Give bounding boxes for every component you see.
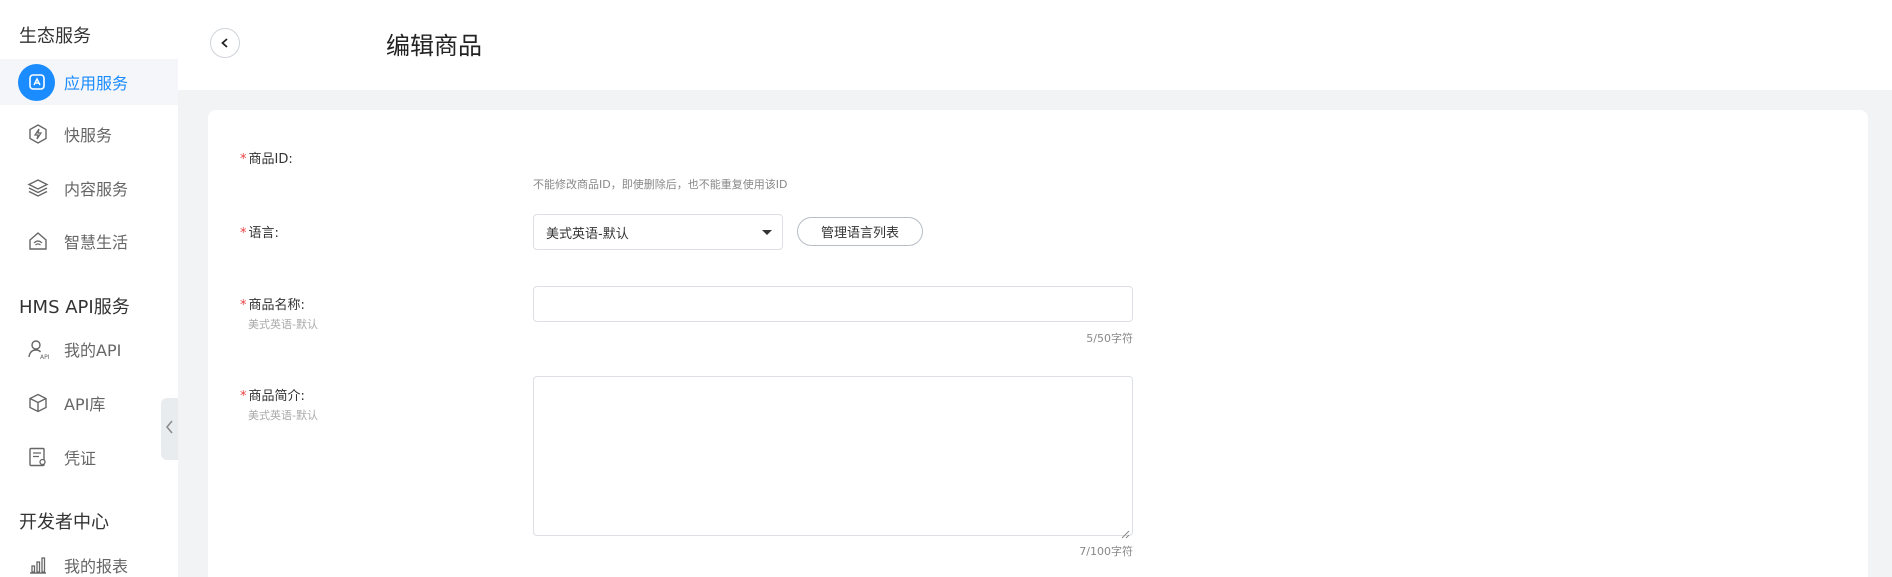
caret-down-icon (762, 230, 772, 235)
sidebar-collapse-toggle[interactable] (161, 398, 178, 460)
sidebar-item-quick-services[interactable]: 快服务 (0, 111, 178, 157)
bar-chart-icon (24, 551, 52, 577)
page-title: 编辑商品 (386, 32, 482, 60)
sidebar-item-label: 快服务 (64, 126, 113, 145)
sidebar-item-label: 我的报表 (64, 557, 129, 576)
layers-icon (24, 174, 52, 202)
smart-home-icon (24, 227, 52, 255)
back-button[interactable] (210, 28, 240, 58)
section-title-developer-center: 开发者中心 (19, 512, 109, 533)
sidebar: 生态服务 应用服务 快服务 内容服务 智慧生活 HMS API服务 API 我的… (0, 0, 178, 577)
user-api-icon: API (24, 335, 52, 363)
chevron-left-icon (165, 419, 175, 439)
product-id-hint: 不能修改商品ID，即使删除后，也不能重复使用该ID (533, 178, 788, 191)
sidebar-item-label: 应用服务 (64, 74, 129, 93)
product-intro-textarea[interactable] (533, 376, 1133, 539)
sidebar-item-api-library[interactable]: API库 (0, 380, 178, 426)
product-id-label: * 商品ID: (240, 152, 293, 167)
app-store-icon (18, 63, 55, 101)
sidebar-item-credentials[interactable]: 凭证 (0, 434, 178, 480)
sidebar-item-label: 内容服务 (64, 180, 129, 199)
sidebar-item-smart-life[interactable]: 智慧生活 (0, 218, 178, 264)
sidebar-item-app-services[interactable]: 应用服务 (0, 59, 178, 105)
svg-text:API: API (40, 354, 49, 360)
cube-icon (24, 389, 52, 417)
chevron-left-icon (219, 34, 231, 53)
language-select[interactable]: 美式英语-默认 (533, 214, 783, 250)
resize-handle-icon[interactable] (1121, 524, 1130, 539)
sidebar-item-my-api[interactable]: API 我的API (0, 326, 178, 372)
language-label: * 语言: (240, 226, 279, 241)
sidebar-item-label: 智慧生活 (64, 233, 129, 252)
product-name-label: * 商品名称: (240, 298, 305, 313)
manage-language-list-button[interactable]: 管理语言列表 (797, 217, 923, 246)
sidebar-item-content-services[interactable]: 内容服务 (0, 165, 178, 211)
section-title-ecosystem: 生态服务 (19, 26, 91, 47)
product-name-language: 美式英语-默认 (248, 318, 318, 331)
product-intro-label: * 商品简介: (240, 389, 305, 404)
sidebar-item-label: 我的API (64, 341, 122, 360)
credential-icon (24, 443, 52, 471)
required-marker: * (240, 298, 247, 313)
required-marker: * (240, 226, 247, 241)
page-header: 编辑商品 (178, 0, 1892, 90)
quick-service-icon (24, 120, 52, 148)
required-marker: * (240, 389, 247, 404)
required-marker: * (240, 152, 247, 167)
sidebar-item-label: API库 (64, 395, 106, 414)
product-intro-language: 美式英语-默认 (248, 409, 318, 422)
product-name-counter: 5/50字符 (1086, 332, 1133, 345)
sidebar-item-label: 凭证 (64, 449, 97, 468)
product-name-input[interactable] (533, 286, 1133, 322)
product-intro-counter: 7/100字符 (1079, 545, 1133, 558)
edit-product-form: * 商品ID: 不能修改商品ID，即使删除后，也不能重复使用该ID * 语言: 美式… (208, 110, 1868, 577)
section-title-hms-api: HMS API服务 (19, 297, 130, 318)
sidebar-item-my-reports[interactable]: 我的报表 (0, 542, 178, 577)
